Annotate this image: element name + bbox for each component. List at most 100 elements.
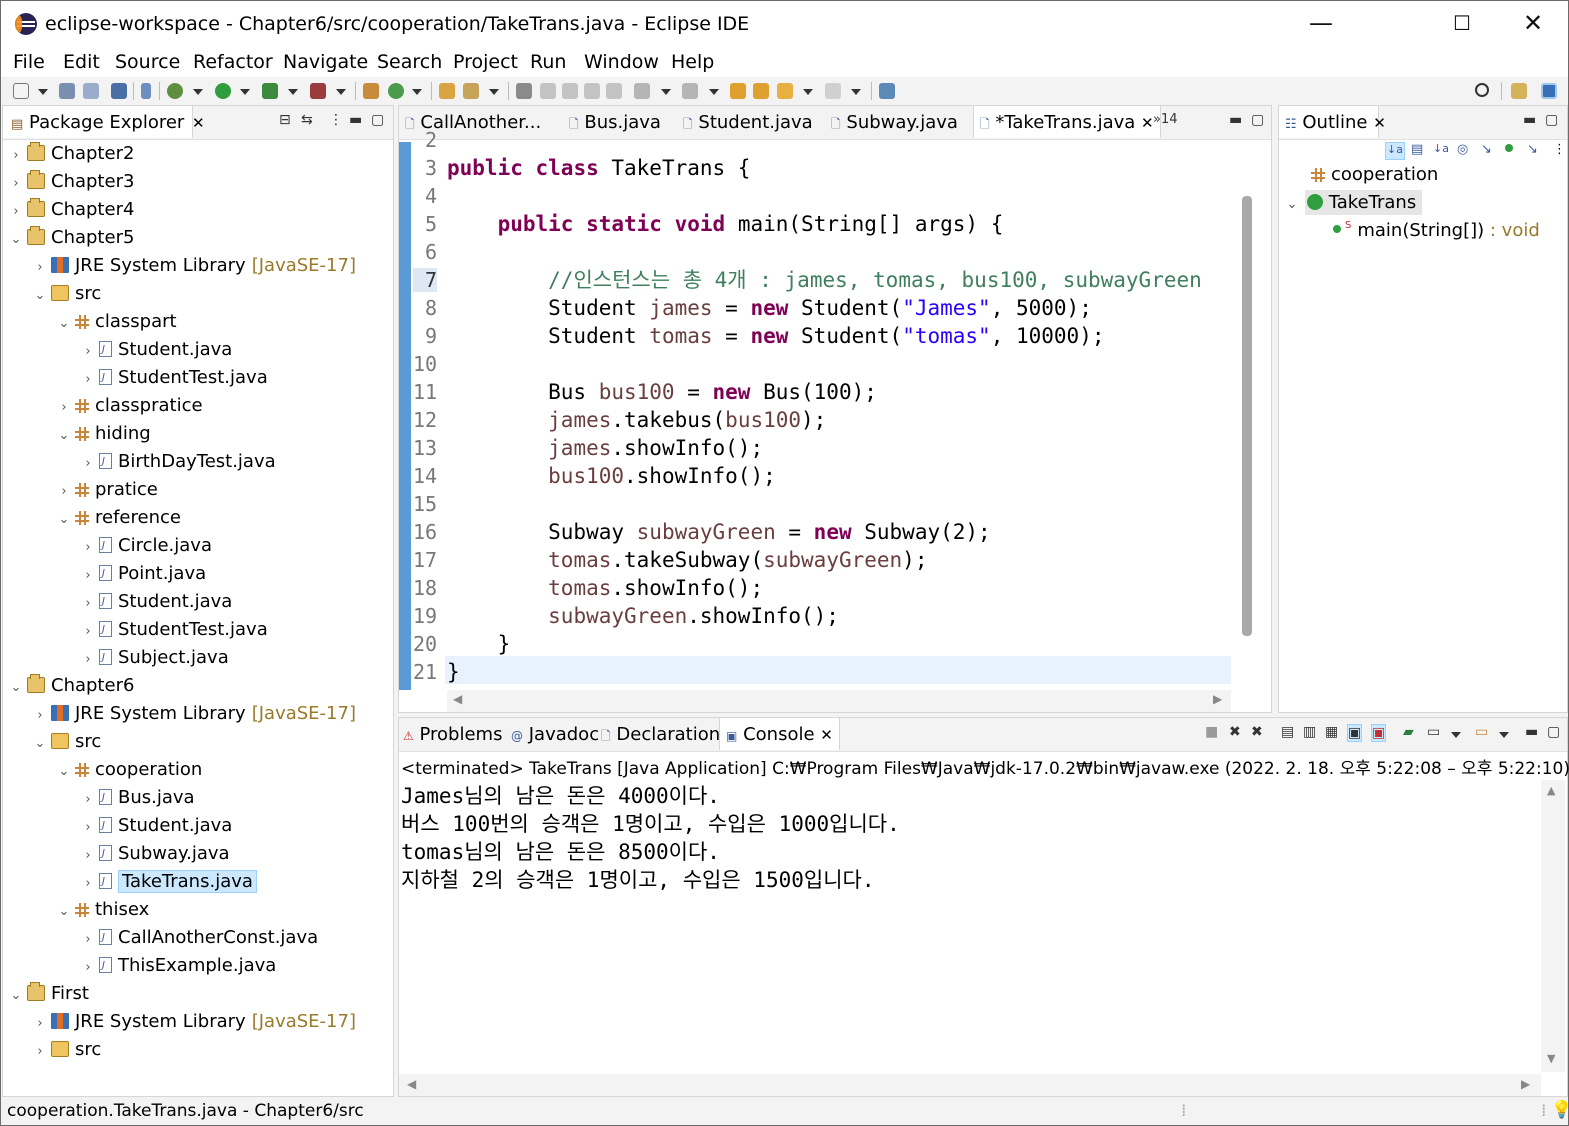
collapsed-chevron-icon[interactable]: ›: [9, 170, 23, 198]
tree-item[interactable]: › JRE System Library [JavaSE-17]: [33, 1008, 356, 1036]
expanded-chevron-icon[interactable]: ⌄: [33, 730, 47, 758]
new-dropdown-icon[interactable]: [38, 89, 48, 95]
menu-edit[interactable]: Edit: [63, 51, 100, 73]
close-tab-icon[interactable]: ✕: [820, 726, 833, 744]
scroll-down-icon[interactable]: ▼: [1547, 1052, 1555, 1065]
run-icon[interactable]: [215, 83, 231, 99]
collapsed-chevron-icon[interactable]: ›: [57, 478, 71, 506]
code-line[interactable]: Student james = new Student("James", 500…: [447, 294, 1092, 322]
tree-item[interactable]: › Subject.java: [81, 644, 228, 672]
back-dropdown-icon[interactable]: [803, 89, 813, 95]
tab-subway[interactable]: 🗋 Subway.java: [831, 106, 958, 138]
prev-annotation-icon[interactable]: [682, 83, 698, 99]
code-line[interactable]: bus100.showInfo();: [447, 462, 776, 490]
coverage-icon[interactable]: [262, 83, 278, 99]
focus-icon[interactable]: ↘: [1527, 142, 1538, 157]
run-dropdown-icon[interactable]: [240, 89, 250, 95]
collapsed-chevron-icon[interactable]: ›: [81, 842, 95, 870]
menu-help[interactable]: Help: [671, 51, 714, 73]
code-line[interactable]: Student tomas = new Student("tomas", 100…: [447, 322, 1104, 350]
code-line[interactable]: Subway subwayGreen = new Subway(2);: [447, 518, 991, 546]
scroll-left-icon[interactable]: ◀: [453, 692, 462, 706]
external-tools-dropdown-icon[interactable]: [336, 89, 346, 95]
maximize-view-icon[interactable]: ▢: [371, 112, 384, 128]
tree-item[interactable]: › StudentTest.java: [81, 616, 267, 646]
outline-package-row[interactable]: cooperation: [1307, 164, 1438, 185]
collapsed-chevron-icon[interactable]: ›: [81, 534, 95, 562]
close-tab-icon[interactable]: ✕: [192, 114, 205, 132]
expanded-chevron-icon[interactable]: ⌄: [57, 310, 71, 338]
maximize-view-icon[interactable]: ▢: [1545, 112, 1558, 128]
collapsed-chevron-icon[interactable]: ›: [81, 618, 95, 646]
collapsed-chevron-icon[interactable]: ›: [9, 142, 23, 170]
tree-item[interactable]: ⌄ classpart: [57, 308, 177, 336]
edit-nav-icon[interactable]: [753, 83, 769, 99]
editor-horizontal-scrollbar[interactable]: ◀ ▶: [447, 690, 1231, 712]
collapse-all-icon[interactable]: ⊟: [279, 112, 291, 128]
code-line[interactable]: }: [447, 658, 460, 686]
menu-refactor[interactable]: Refactor: [193, 51, 273, 73]
java-perspective-icon[interactable]: [1541, 83, 1557, 99]
menu-window[interactable]: Window: [584, 51, 659, 73]
scroll-lock-icon[interactable]: ▥: [1303, 724, 1316, 740]
search-icon[interactable]: [1475, 83, 1489, 97]
close-tab-icon[interactable]: ✕: [1141, 114, 1154, 132]
tab-problems[interactable]: ⚠ Problems: [403, 718, 502, 750]
collapsed-chevron-icon[interactable]: ›: [57, 394, 71, 422]
new-java-project-icon[interactable]: [363, 83, 379, 99]
tab-student[interactable]: 🗋 Student.java: [683, 106, 813, 138]
maximize-view-icon[interactable]: ▢: [1251, 112, 1264, 128]
code-line[interactable]: }: [447, 630, 511, 658]
menu-run[interactable]: Run: [530, 51, 566, 73]
new-icon[interactable]: [13, 83, 29, 99]
hide-local-types-icon[interactable]: ↘: [1481, 142, 1492, 157]
tree-item[interactable]: › Student.java: [81, 588, 232, 616]
tree-item[interactable]: › Circle.java: [81, 532, 212, 560]
new-class-dropdown-icon[interactable]: [412, 89, 422, 95]
expanded-chevron-icon[interactable]: ⌄: [33, 282, 47, 310]
code-line[interactable]: james.takebus(bus100);: [447, 406, 826, 434]
terminate-icon[interactable]: ■: [1205, 724, 1218, 740]
expanded-chevron-icon[interactable]: ⌄: [9, 226, 23, 254]
tree-item[interactable]: › Chapter2: [9, 140, 134, 168]
minimize-button[interactable]: —: [1286, 1, 1356, 47]
open-console-dropdown-icon[interactable]: [1499, 732, 1509, 738]
view-menu-icon[interactable]: ⋮: [329, 112, 343, 128]
tree-item[interactable]: › CallAnotherConst.java: [81, 924, 318, 952]
tree-item[interactable]: › pratice: [57, 476, 158, 504]
tree-item[interactable]: › Bus.java: [81, 784, 194, 814]
expanded-chevron-icon[interactable]: ⌄: [57, 506, 71, 534]
remove-all-launches-icon[interactable]: ✖: [1251, 724, 1263, 740]
tree-item[interactable]: › classpratice: [57, 392, 202, 422]
tree-item[interactable]: ⌄ src: [33, 280, 102, 310]
tree-item[interactable]: › JRE System Library [JavaSE-17]: [33, 700, 356, 728]
tree-item[interactable]: ⌄ hiding: [57, 420, 151, 448]
code-line[interactable]: Bus bus100 = new Bus(100);: [447, 378, 877, 406]
tree-item[interactable]: › Subway.java: [81, 840, 229, 870]
collapsed-chevron-icon[interactable]: ›: [81, 786, 95, 814]
word-wrap-icon[interactable]: ▦: [1325, 724, 1338, 740]
hide-fields-icon[interactable]: ▤: [1411, 142, 1423, 157]
tip-bulb-icon[interactable]: 💡: [1551, 1100, 1569, 1120]
tree-item[interactable]: › Student.java: [81, 336, 232, 364]
scroll-right-icon[interactable]: ▶: [1521, 1077, 1530, 1091]
outline-method-row[interactable]: Smain(String[]) : void: [1333, 220, 1540, 241]
tree-item[interactable]: › TakeTrans.java: [81, 868, 257, 896]
collapsed-chevron-icon[interactable]: ›: [33, 254, 47, 282]
tree-item[interactable]: › BirthDayTest.java: [81, 448, 275, 476]
debug-dropdown-icon[interactable]: [193, 89, 203, 95]
open-type-icon[interactable]: [439, 83, 455, 99]
tab-taketrans[interactable]: 🗋 *TakeTrans.java ✕: [973, 106, 1161, 138]
menu-search[interactable]: Search: [377, 51, 442, 73]
close-button[interactable]: ✕: [1498, 1, 1568, 47]
outline-class-row[interactable]: ⌄ TakeTrans: [1285, 190, 1423, 215]
menu-navigate[interactable]: Navigate: [283, 51, 368, 73]
whitespace-icon[interactable]: [606, 83, 622, 99]
highlight-icon[interactable]: [562, 83, 578, 99]
collapsed-chevron-icon[interactable]: ›: [81, 338, 95, 366]
show-on-stderr-icon[interactable]: ▣: [1371, 724, 1387, 742]
back-icon[interactable]: [777, 83, 793, 99]
console-icon[interactable]: [111, 83, 127, 99]
menu-project[interactable]: Project: [453, 51, 518, 73]
link-editor-icon[interactable]: ⇆: [301, 112, 313, 128]
